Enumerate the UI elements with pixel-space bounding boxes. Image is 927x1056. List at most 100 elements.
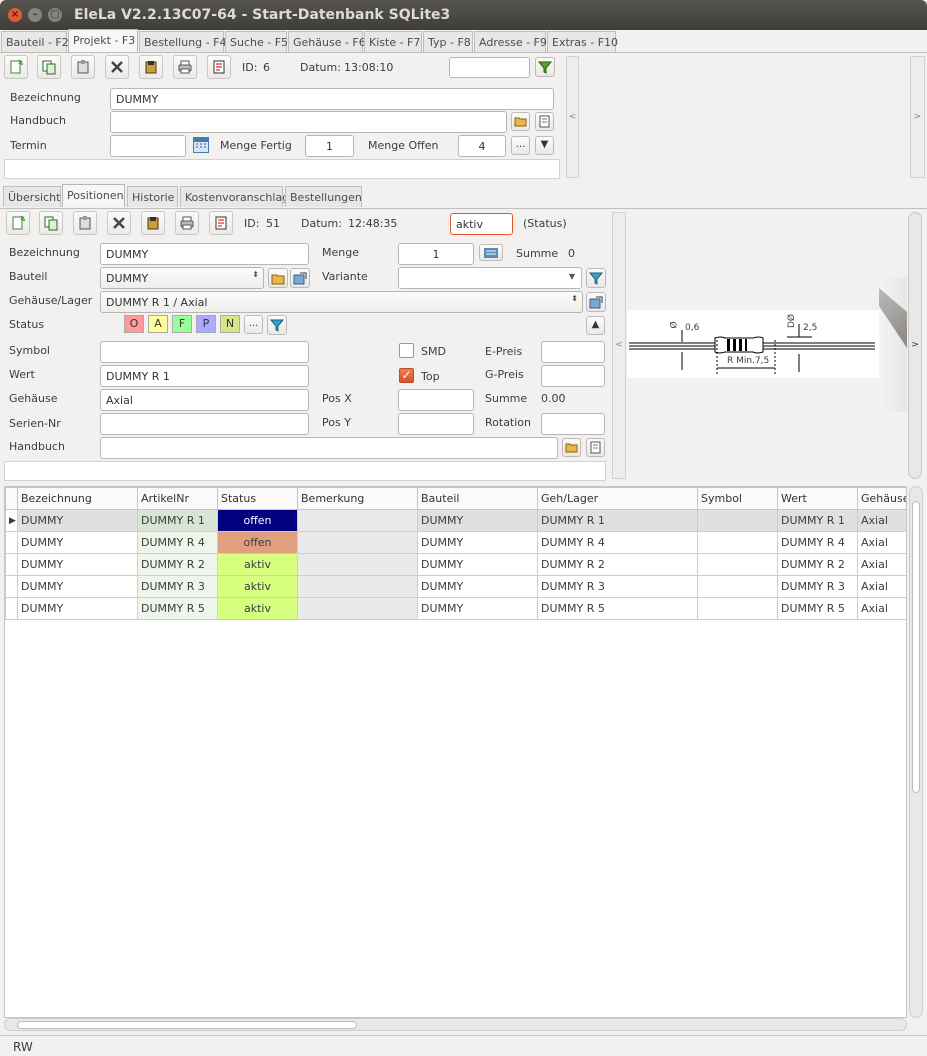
menge-ellipsis-button[interactable]: ... [511,136,530,155]
cell-artikelnr[interactable]: DUMMY R 3 [137,575,218,598]
cell-bauteil[interactable]: DUMMY [417,553,538,576]
cell-bemerkung[interactable] [297,553,418,576]
tab-gehaeuse[interactable]: Gehäuse - F6 [288,31,366,52]
variante-filter-icon[interactable] [586,268,606,288]
status-chip-f[interactable]: F [172,315,192,333]
tab-extras[interactable]: Extras - F10 [547,31,618,52]
rotation-field[interactable] [541,413,605,435]
gehaeuse-lager-combo[interactable]: DUMMY R 1 / Axial ⬍ [100,291,583,313]
col-header-artikelnr[interactable]: ArtikelNr [137,487,218,510]
smd-checkbox[interactable] [399,343,414,358]
status-chip-a[interactable]: A [148,315,168,333]
cell-bezeichnung[interactable]: DUMMY [17,509,138,532]
cell-gehaeuse[interactable]: Axial [857,597,906,620]
cell-wert[interactable]: DUMMY R 3 [777,575,858,598]
cell-geh-lager[interactable]: DUMMY R 5 [537,597,698,620]
col-header-bezeichnung[interactable]: Bezeichnung [17,487,138,510]
status-chip-o[interactable]: O [124,315,144,333]
paste-icon[interactable] [71,55,95,79]
status-chip-p[interactable]: P [196,315,216,333]
delete-icon[interactable] [105,55,129,79]
pos-bezeichnung-field[interactable]: DUMMY [100,243,309,265]
wert-field[interactable]: DUMMY R 1 [100,365,309,387]
calendar-icon[interactable] [193,137,209,153]
pos-save-icon[interactable] [141,211,165,235]
status-chip-n[interactable]: N [220,315,240,333]
pos-print-icon[interactable] [175,211,199,235]
tab-projekt[interactable]: Projekt - F3 [68,29,138,52]
tab-typ[interactable]: Typ - F8 [423,31,473,52]
col-header-bemerkung[interactable]: Bemerkung [297,487,418,510]
tab-historie[interactable]: Historie [127,186,178,207]
cell-wert[interactable]: DUMMY R 1 [777,509,858,532]
pos-open-folder-icon[interactable] [562,438,581,457]
cell-bezeichnung[interactable]: DUMMY [17,597,138,620]
open-folder-icon[interactable] [511,112,530,131]
calculator-icon[interactable] [479,244,503,261]
seriennr-field[interactable] [100,413,309,435]
tab-uebersicht[interactable]: Übersicht [3,186,61,207]
cell-symbol[interactable] [697,509,778,532]
new-icon[interactable] [4,55,28,79]
cell-geh-lager[interactable]: DUMMY R 4 [537,531,698,554]
tab-positionen[interactable]: Positionen [62,184,125,207]
cell-status[interactable]: aktiv [217,597,298,620]
pos-notes-area[interactable] [4,461,606,481]
cell-bezeichnung[interactable]: DUMMY [17,531,138,554]
col-header-geh-lager[interactable]: Geh/Lager [537,487,698,510]
tab-bestellungen[interactable]: Bestellungen [285,186,362,207]
cell-bezeichnung[interactable]: DUMMY [17,575,138,598]
cell-bauteil[interactable]: DUMMY [417,597,538,620]
cell-artikelnr[interactable]: DUMMY R 4 [137,531,218,554]
table-row[interactable]: DUMMY DUMMY R 4 offen DUMMY DUMMY R 4 DU… [5,531,906,554]
cell-artikelnr[interactable]: DUMMY R 5 [137,597,218,620]
cell-artikelnr[interactable]: DUMMY R 2 [137,553,218,576]
positions-grid[interactable]: Bezeichnung ArtikelNr Status Bemerkung B… [4,486,907,1018]
tab-bauteil[interactable]: Bauteil - F2 [1,31,69,52]
cell-symbol[interactable] [697,553,778,576]
cell-symbol[interactable] [697,531,778,554]
scroll-thumb[interactable] [912,501,920,793]
bauteil-goto-icon[interactable] [290,268,310,288]
cell-status[interactable]: offen [217,531,298,554]
status-filter-icon[interactable] [267,315,287,335]
variante-combo[interactable]: ▼ [398,267,582,289]
pos-delete-icon[interactable] [107,211,131,235]
copy-icon[interactable] [37,55,61,79]
cell-bezeichnung[interactable]: DUMMY [17,553,138,576]
cell-status[interactable]: aktiv [217,575,298,598]
menge-offen-field[interactable]: 4 [458,135,506,157]
col-header-bauteil[interactable]: Bauteil [417,487,538,510]
posy-field[interactable] [398,413,474,435]
cell-symbol[interactable] [697,597,778,620]
menge-fertig-field[interactable]: 1 [305,135,354,157]
bauteil-open-icon[interactable] [268,268,288,288]
tab-kostenvoranschlag[interactable]: Kostenvoranschlag [180,186,289,207]
top-checkbox[interactable]: ✓ [399,368,414,383]
pos-copy-icon[interactable] [39,211,63,235]
table-row[interactable]: DUMMY DUMMY R 2 aktiv DUMMY DUMMY R 2 DU… [5,553,906,576]
symbol-field[interactable] [100,341,309,363]
h-scroll-thumb[interactable] [17,1021,357,1029]
cell-geh-lager[interactable]: DUMMY R 2 [537,553,698,576]
col-header-gehaeuse[interactable]: Gehäuse [857,487,906,510]
gehaeuse-field[interactable]: Axial [100,389,309,411]
cell-bauteil[interactable]: DUMMY [417,575,538,598]
collapse-up-button[interactable]: ▲ [586,316,605,335]
report-icon[interactable] [207,55,231,79]
table-row[interactable]: ▶ DUMMY DUMMY R 1 offen DUMMY DUMMY R 1 … [5,509,906,532]
tab-adresse[interactable]: Adresse - F9 [474,31,547,52]
pos-status-field[interactable]: aktiv [450,213,513,235]
pos-handbuch-field[interactable] [100,437,558,459]
grid-vertical-scrollbar[interactable] [909,486,923,1018]
pos-document-icon[interactable] [586,438,605,457]
tab-bestellung[interactable]: Bestellung - F4 [139,31,226,52]
cell-bauteil[interactable]: DUMMY [417,531,538,554]
document-icon[interactable] [535,112,554,131]
table-row[interactable]: DUMMY DUMMY R 3 aktiv DUMMY DUMMY R 3 DU… [5,575,906,598]
cell-bemerkung[interactable] [297,531,418,554]
termin-field[interactable] [110,135,186,157]
project-handbuch-field[interactable] [110,111,507,133]
project-splitter-right[interactable]: > [910,56,925,178]
posx-field[interactable] [398,389,474,411]
